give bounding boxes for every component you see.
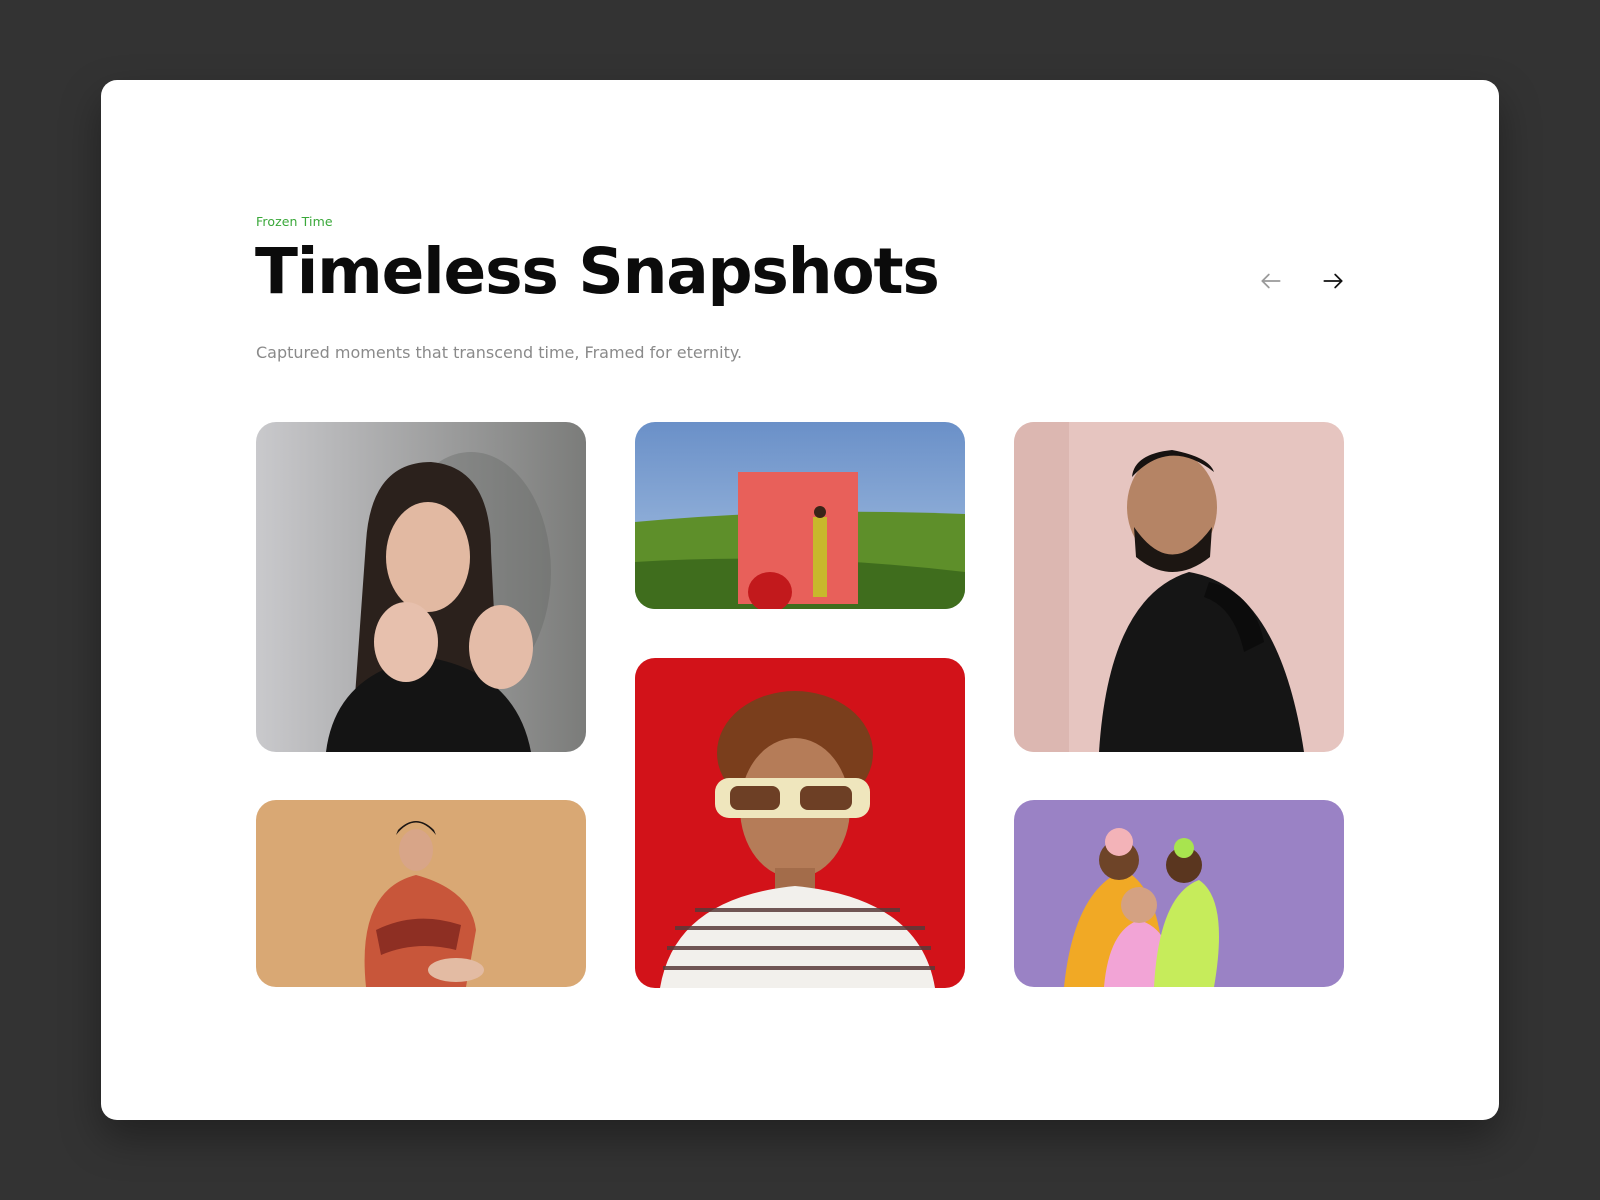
page-title: Timeless Snapshots xyxy=(255,235,940,308)
arrow-left-icon xyxy=(1258,268,1284,297)
photo-field-red-panel[interactable] xyxy=(635,422,965,609)
eyebrow-label: Frozen Time xyxy=(256,214,333,229)
page-subtitle: Captured moments that transcend time, Fr… xyxy=(256,343,743,362)
photo-man-sunglasses-red[interactable] xyxy=(635,658,965,988)
photo-woman-grey-backdrop[interactable] xyxy=(256,422,586,752)
arrow-right-icon xyxy=(1320,268,1346,297)
next-button[interactable] xyxy=(1317,266,1349,298)
gallery-card: Frozen Time Timeless Snapshots Captured … xyxy=(101,80,1499,1120)
photo-friends-purple[interactable] xyxy=(1014,800,1344,987)
photo-man-pink-wall[interactable] xyxy=(1014,422,1344,752)
previous-button[interactable] xyxy=(1255,266,1287,298)
photo-woman-tan-backdrop[interactable] xyxy=(256,800,586,987)
